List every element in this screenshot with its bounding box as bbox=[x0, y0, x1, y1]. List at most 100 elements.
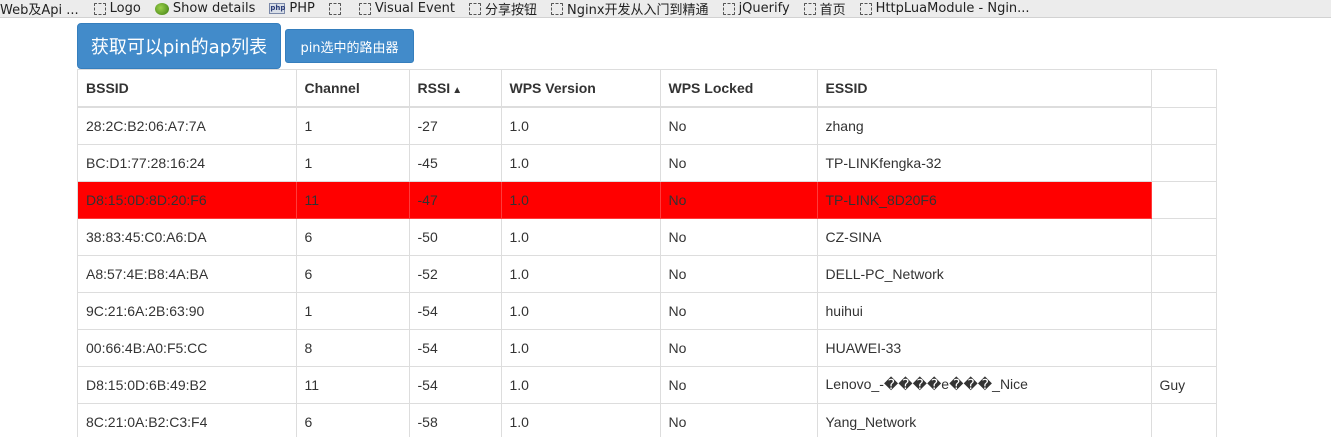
bookmark-item[interactable]: php PHP bbox=[269, 0, 315, 17]
cell-extra: Guy bbox=[1151, 366, 1216, 404]
cell-rssi: -58 bbox=[409, 403, 502, 437]
cell-channel: 6 bbox=[296, 255, 410, 293]
column-header-wps-locked[interactable]: WPS Locked bbox=[660, 70, 818, 108]
cell-rssi: -52 bbox=[409, 255, 502, 293]
ap-table: BSSID Channel RSSI ▲ WPS Version WPS Lock… bbox=[78, 70, 1216, 437]
bookmark-label: jQuerify bbox=[738, 1, 790, 16]
bookmark-item[interactable]: jQuerify bbox=[722, 0, 790, 17]
cell-channel: 6 bbox=[296, 403, 410, 437]
fetch-ap-list-button[interactable]: 获取可以pin的ap列表 bbox=[77, 23, 281, 69]
cell-channel: 11 bbox=[296, 366, 410, 404]
cell-bssid: D8:15:0D:8D:20:F6 bbox=[78, 181, 297, 219]
cell-bssid: 8C:21:0A:B2:C3:F4 bbox=[78, 403, 297, 437]
cell-channel: 8 bbox=[296, 329, 410, 367]
bookmark-item[interactable]: 分享按钮 bbox=[469, 0, 537, 17]
bookmark-item[interactable]: 首页 bbox=[803, 0, 846, 17]
cell-wps-version: 1.0 bbox=[501, 292, 661, 330]
table-row[interactable]: 38:83:45:C0:A6:DA 6 -50 1.0 No CZ-SINA bbox=[78, 218, 1216, 256]
cell-extra bbox=[1151, 403, 1216, 437]
cell-wps-version: 1.0 bbox=[501, 218, 661, 256]
cell-wps-locked: No bbox=[660, 255, 818, 293]
folder-icon bbox=[722, 2, 735, 15]
folder-icon bbox=[551, 2, 564, 15]
bookmark-item[interactable]: Logo bbox=[93, 0, 141, 17]
cell-wps-version: 1.0 bbox=[501, 107, 661, 145]
bookmark-item[interactable]: Web及Api ... bbox=[0, 0, 79, 18]
cell-extra bbox=[1151, 107, 1216, 145]
table-row[interactable]: 28:2C:B2:06:A7:7A 1 -27 1.0 No zhang bbox=[78, 107, 1216, 145]
table-row[interactable]: BC:D1:77:28:16:24 1 -45 1.0 No TP-LINKfengka-… bbox=[78, 144, 1216, 182]
table-row[interactable]: A8:57:4E:B8:4A:BA 6 -52 1.0 No DELL-PC_Networ… bbox=[78, 255, 1216, 293]
cell-wps-locked: No bbox=[660, 218, 818, 256]
cell-extra bbox=[1151, 255, 1216, 293]
column-header-wps-version[interactable]: WPS Version bbox=[501, 70, 661, 108]
column-header-bssid[interactable]: BSSID bbox=[78, 70, 297, 108]
cell-rssi: -54 bbox=[409, 329, 502, 367]
cell-channel: 11 bbox=[296, 181, 410, 219]
cell-wps-version: 1.0 bbox=[501, 366, 661, 404]
bookmarks-bar: Web及Api ... Logo Show details php PHP Visual … bbox=[0, 0, 1331, 18]
column-header-essid[interactable]: ESSID bbox=[817, 70, 1152, 108]
folder-icon bbox=[469, 2, 482, 15]
table-row[interactable]: 9C:21:6A:2B:63:90 1 -54 1.0 No huihui bbox=[78, 292, 1216, 330]
cell-essid: TP-LINK_8D20F6 bbox=[817, 181, 1152, 219]
cell-extra bbox=[1151, 292, 1216, 330]
cell-wps-locked: No bbox=[660, 329, 818, 367]
bookmark-label: HttpLuaModule - Ngin... bbox=[875, 1, 1030, 16]
bookmark-label: Logo bbox=[109, 1, 141, 16]
folder-icon bbox=[358, 2, 371, 15]
folder-icon bbox=[803, 2, 816, 15]
bookmark-label: Web及Api ... bbox=[0, 3, 79, 18]
cell-rssi: -54 bbox=[409, 366, 502, 404]
cell-essid: Yang_Network bbox=[817, 403, 1152, 437]
cell-essid: Lenovo_-����e���_Nice bbox=[817, 366, 1152, 404]
cell-wps-version: 1.0 bbox=[501, 144, 661, 182]
table-header-row: BSSID Channel RSSI ▲ WPS Version WPS Lock… bbox=[78, 70, 1216, 108]
table-row[interactable]: D8:15:0D:6B:49:B2 11 -54 1.0 No Lenovo_-����e… bbox=[78, 366, 1216, 404]
column-header-channel[interactable]: Channel bbox=[296, 70, 410, 108]
bookmark-label: PHP bbox=[289, 1, 315, 16]
php-icon: php bbox=[269, 3, 286, 14]
bookmark-label: Visual Event bbox=[374, 1, 456, 16]
column-header-rssi[interactable]: RSSI ▲ bbox=[409, 70, 502, 108]
cell-extra bbox=[1151, 181, 1216, 219]
table-row[interactable]: D8:15:0D:8D:20:F6 11 -47 1.0 No TP-LINK_8D20F… bbox=[78, 181, 1216, 219]
cell-extra bbox=[1151, 144, 1216, 182]
cell-wps-locked: No bbox=[660, 292, 818, 330]
cell-wps-locked: No bbox=[660, 366, 818, 404]
bookmark-item[interactable]: Nginx开发从入门到精通 bbox=[551, 0, 709, 17]
cell-essid: zhang bbox=[817, 107, 1152, 145]
folder-icon bbox=[328, 2, 341, 15]
cell-channel: 6 bbox=[296, 218, 410, 256]
pin-selected-router-button[interactable]: pin选中的路由器 bbox=[285, 29, 414, 63]
cell-extra bbox=[1151, 329, 1216, 367]
bookmark-item[interactable]: Visual Event bbox=[358, 0, 456, 17]
cell-bssid: A8:57:4E:B8:4A:BA bbox=[78, 255, 297, 293]
bug-icon bbox=[154, 2, 169, 15]
cell-wps-version: 1.0 bbox=[501, 255, 661, 293]
bookmark-item[interactable]: Show details bbox=[154, 0, 255, 17]
cell-channel: 1 bbox=[296, 144, 410, 182]
cell-wps-locked: No bbox=[660, 181, 818, 219]
bookmark-item[interactable] bbox=[328, 0, 345, 17]
cell-rssi: -27 bbox=[409, 107, 502, 145]
ap-table-container: BSSID Channel RSSI ▲ WPS Version WPS Lock… bbox=[77, 69, 1217, 437]
cell-bssid: BC:D1:77:28:16:24 bbox=[78, 144, 297, 182]
cell-wps-version: 1.0 bbox=[501, 329, 661, 367]
column-header-extra bbox=[1151, 70, 1216, 108]
cell-channel: 1 bbox=[296, 292, 410, 330]
bookmark-item[interactable]: HttpLuaModule - Ngin... bbox=[859, 0, 1030, 17]
cell-rssi: -45 bbox=[409, 144, 502, 182]
cell-bssid: 28:2C:B2:06:A7:7A bbox=[78, 107, 297, 145]
cell-essid: huihui bbox=[817, 292, 1152, 330]
cell-extra bbox=[1151, 218, 1216, 256]
table-row[interactable]: 8C:21:0A:B2:C3:F4 6 -58 1.0 No Yang_Network bbox=[78, 403, 1216, 437]
folder-icon bbox=[859, 2, 872, 15]
cell-bssid: 00:66:4B:A0:F5:CC bbox=[78, 329, 297, 367]
cell-bssid: 9C:21:6A:2B:63:90 bbox=[78, 292, 297, 330]
cell-rssi: -47 bbox=[409, 181, 502, 219]
cell-essid: TP-LINKfengka-32 bbox=[817, 144, 1152, 182]
table-row[interactable]: 00:66:4B:A0:F5:CC 8 -54 1.0 No HUAWEI-33 bbox=[78, 329, 1216, 367]
cell-rssi: -54 bbox=[409, 292, 502, 330]
cell-rssi: -50 bbox=[409, 218, 502, 256]
